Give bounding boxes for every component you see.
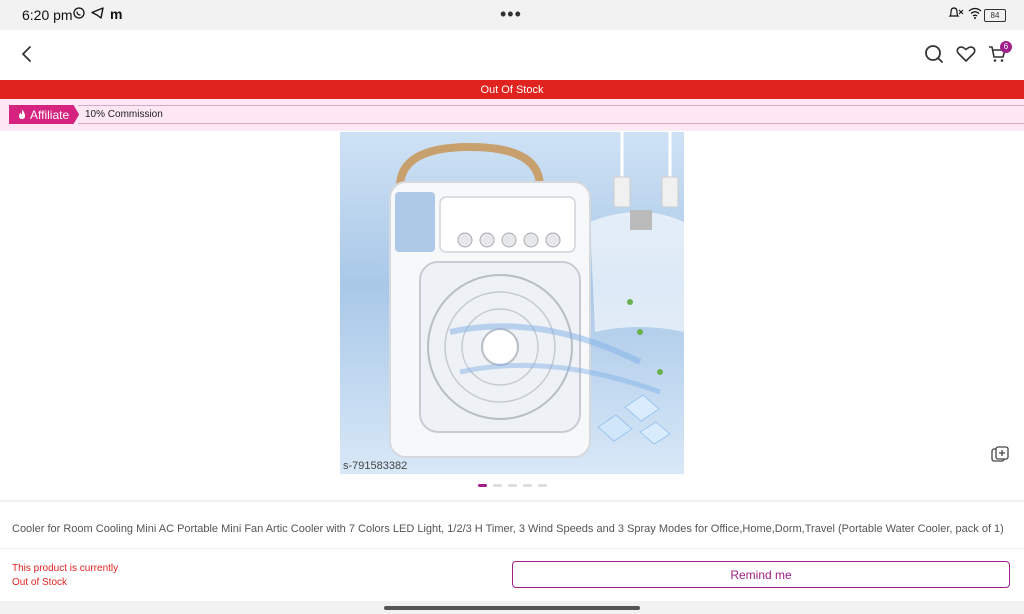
back-icon[interactable] bbox=[20, 45, 34, 63]
product-title-section: Cooler for Room Cooling Mini AC Portable… bbox=[0, 501, 1024, 548]
divider bbox=[78, 105, 1024, 106]
remind-me-button[interactable]: Remind me bbox=[512, 561, 1010, 588]
out-of-stock-banner: Out Of Stock bbox=[0, 80, 1024, 99]
telegram-icon bbox=[91, 6, 104, 22]
stock-status-line1: This product is currently bbox=[12, 563, 119, 574]
carousel-dot[interactable] bbox=[478, 484, 487, 487]
cart-icon[interactable]: 6 bbox=[988, 41, 1012, 63]
affiliate-tag-label: Affiliate bbox=[30, 107, 70, 122]
bell-muted-icon bbox=[948, 6, 964, 22]
stock-status-message: This product is currently Out of Stock bbox=[12, 562, 142, 590]
cart-count-badge: 6 bbox=[1000, 41, 1012, 53]
battery-indicator: 84 bbox=[984, 9, 1006, 22]
home-indicator[interactable] bbox=[384, 606, 640, 610]
affiliate-bar: Affiliate 10% Commission bbox=[0, 99, 1024, 130]
carousel-dot[interactable] bbox=[508, 484, 517, 487]
flame-icon bbox=[19, 109, 25, 119]
status-bar: 6:20 pm m ••• 84 bbox=[0, 0, 1024, 30]
affiliate-tag: Affiliate bbox=[9, 105, 80, 124]
product-gallery[interactable]: s-791583382 bbox=[0, 131, 1024, 500]
more-dots-icon[interactable]: ••• bbox=[500, 4, 522, 25]
status-time: 6:20 pm bbox=[22, 7, 73, 23]
wishlist-heart-icon[interactable] bbox=[956, 45, 976, 63]
bottom-action-bar: This product is currently Out of Stock R… bbox=[0, 548, 1024, 601]
wifi-icon bbox=[968, 6, 982, 22]
commission-text: 10% Commission bbox=[85, 109, 163, 120]
carousel-dot[interactable] bbox=[523, 484, 532, 487]
top-nav: 6 bbox=[0, 30, 1024, 80]
carousel-dot[interactable] bbox=[538, 484, 547, 487]
divider bbox=[78, 123, 1024, 124]
meesho-icon: m bbox=[110, 6, 123, 22]
out-of-stock-banner-text: Out Of Stock bbox=[480, 83, 544, 96]
image-carousel-dots[interactable] bbox=[478, 484, 547, 487]
carousel-dot[interactable] bbox=[493, 484, 502, 487]
whatsapp-icon bbox=[73, 6, 85, 22]
add-to-collection-icon[interactable] bbox=[991, 446, 1009, 467]
product-title: Cooler for Room Cooling Mini AC Portable… bbox=[12, 523, 1004, 535]
search-icon[interactable] bbox=[924, 44, 944, 64]
stock-status-line2: Out of Stock bbox=[12, 577, 68, 588]
image-code-text: s-791583382 bbox=[343, 460, 408, 472]
product-image[interactable] bbox=[340, 132, 684, 474]
